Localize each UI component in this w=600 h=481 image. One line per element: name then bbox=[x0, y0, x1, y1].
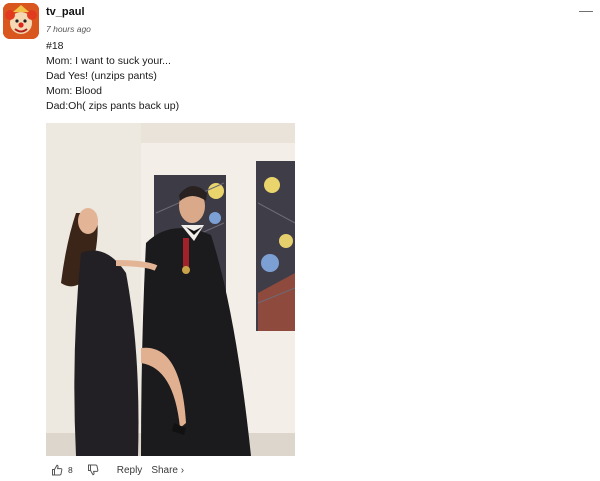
avatar-clown-image bbox=[3, 3, 39, 39]
reply-button[interactable]: Reply bbox=[117, 465, 143, 476]
comment-line: Dad Yes! (unzips pants) bbox=[46, 70, 157, 82]
share-button[interactable]: Share › bbox=[151, 465, 184, 476]
avatar[interactable] bbox=[3, 3, 39, 39]
comment-actions: 8 Reply Share › bbox=[51, 463, 184, 477]
thumbs-down-icon bbox=[87, 464, 99, 476]
comment-line: Dad:Oh( zips pants back up) bbox=[46, 100, 180, 112]
downvote-button[interactable] bbox=[87, 464, 99, 476]
comment-line: Mom: Blood bbox=[46, 85, 103, 97]
comment-body: #18 Mom: I want to suck your... Dad Yes!… bbox=[46, 39, 179, 114]
attached-photo[interactable] bbox=[46, 123, 295, 456]
upvote-button[interactable]: 8 bbox=[51, 464, 73, 476]
photo-vampire-couple-image bbox=[46, 123, 295, 456]
comment-line: Mom: I want to suck your... bbox=[46, 55, 171, 67]
timestamp: 7 hours ago bbox=[46, 24, 91, 34]
thumbs-up-icon bbox=[52, 464, 63, 476]
comment-line: #18 bbox=[46, 40, 64, 52]
upvote-count: 8 bbox=[68, 465, 73, 475]
username[interactable]: tv_paul bbox=[46, 6, 85, 18]
minus-icon[interactable]: — bbox=[579, 3, 593, 17]
